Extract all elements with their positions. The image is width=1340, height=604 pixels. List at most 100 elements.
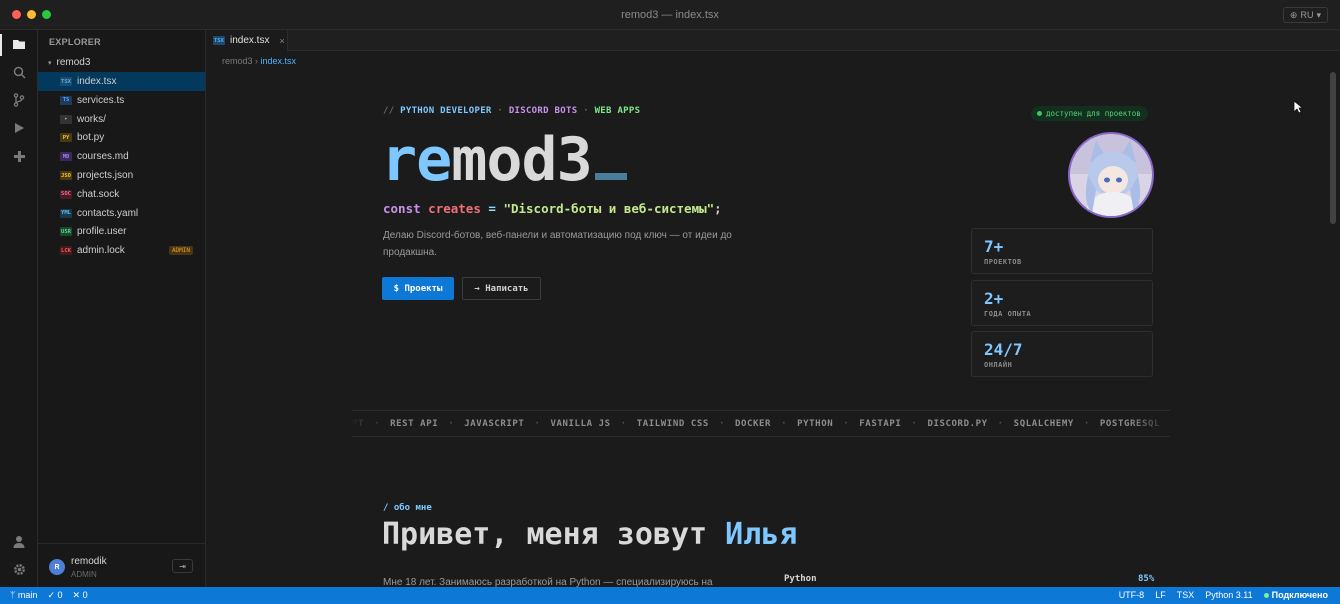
tsx-file-icon: TSX	[213, 36, 225, 45]
file-item[interactable]: LCK admin.lock ADMIN	[38, 241, 205, 260]
tech-item: JAVASCRIPT	[464, 419, 525, 429]
search-icon[interactable]	[9, 62, 29, 82]
breadcrumb-root[interactable]: remod3	[222, 56, 253, 66]
branch-indicator[interactable]: ᛘ main	[10, 590, 37, 601]
breadcrumb-current[interactable]: index.tsx	[261, 56, 297, 66]
stat-value: 7+	[984, 237, 1004, 256]
logout-icon: ⇥	[179, 561, 186, 571]
status-item[interactable]: UTF-8	[1119, 590, 1145, 600]
check-icon: ✓	[47, 590, 55, 600]
user-role: ADMIN	[71, 570, 97, 579]
mouse-pointer-icon	[1293, 100, 1304, 117]
file-item[interactable]: JSO projects.json	[38, 166, 205, 185]
skill-percent: 85%	[1138, 574, 1155, 584]
file-name: profile.user	[77, 226, 127, 238]
hero-title: remod3	[381, 128, 627, 192]
errors-indicator[interactable]: ✕ 0	[73, 590, 88, 601]
file-name: projects.json	[77, 170, 134, 181]
breadcrumb-separator: ›	[252, 56, 261, 66]
file-item[interactable]: TSX index.tsx	[38, 72, 205, 91]
language-switcher[interactable]: ⊕ RU ▾	[1282, 7, 1328, 23]
file-type-icon: MD	[60, 152, 72, 162]
file-type-icon: JSO	[60, 171, 72, 180]
file-name: courses.md	[77, 151, 129, 163]
account-icon[interactable]	[9, 531, 29, 551]
tab-index-tsx[interactable]: TSX index.tsx ×	[206, 30, 288, 51]
file-item[interactable]: SOC chat.sock	[38, 185, 205, 204]
activity-bar	[0, 30, 38, 587]
window-title: remod3 — index.tsx	[621, 9, 719, 21]
stat-card: 2+ ГОДА ОПЫТА	[971, 279, 1153, 326]
extensions-icon[interactable]	[9, 146, 29, 166]
marquee-fade-right	[1130, 411, 1170, 436]
stat-label: ГОДА ОПЫТА	[984, 309, 1032, 318]
hero-tagline: // PYTHON DEVELOPER · DISCORD BOTS · WEB…	[383, 106, 640, 116]
file-type-icon: ▸	[60, 114, 72, 124]
marquee-separator: ·	[1083, 419, 1090, 429]
availability-text: доступен для проектов	[1046, 109, 1141, 118]
stat-label: ПРОЕКТОВ	[984, 258, 1022, 266]
tech-marquee-track: PT·REST API·JAVASCRIPT·VANILLA JS·TAILWI…	[352, 419, 1160, 429]
checks-count: 0	[57, 590, 63, 600]
file-type-icon: SOC	[60, 189, 72, 199]
status-dot-icon	[1037, 111, 1042, 116]
settings-icon[interactable]	[9, 559, 29, 579]
folder-remod3[interactable]: ▾ remod3	[48, 57, 90, 68]
projects-button[interactable]: $ Проекты	[382, 277, 454, 300]
run-icon[interactable]	[9, 118, 29, 138]
tech-item: VANILLA JS	[550, 419, 611, 429]
logout-button[interactable]: ⇥	[172, 559, 193, 573]
connection-status: Подключено	[1263, 590, 1328, 600]
code-identifier: creates	[428, 201, 481, 216]
tagline-part: DISCORD BOTS	[508, 106, 578, 116]
tech-item: FASTAPI	[859, 419, 902, 429]
tagline-part: ·	[577, 106, 595, 116]
user-panel: R remodik ADMIN ⇥	[38, 543, 205, 587]
profile-avatar	[1068, 132, 1154, 218]
explorer-title: EXPLORER	[49, 37, 101, 47]
file-type-icon: USR	[60, 227, 72, 237]
file-item[interactable]: USR profile.user	[38, 222, 205, 241]
checks-indicator[interactable]: ✓ 0	[47, 590, 62, 601]
branch-name: main	[17, 590, 38, 600]
file-item[interactable]: TS services.ts	[38, 91, 205, 110]
cursor-block	[594, 173, 627, 180]
marquee-fade-left	[352, 411, 392, 436]
active-indicator	[0, 34, 2, 56]
status-item[interactable]: LF	[1155, 590, 1166, 600]
explorer-sidebar: EXPLORER ▾ remod3 TSX index.tsx TS services…	[38, 30, 206, 587]
about-title: Привет, меня зовут Илья	[382, 517, 797, 552]
editor-tabs: TSX index.tsx ×	[206, 30, 1340, 51]
stat-value: 24/7	[984, 340, 1023, 359]
code-end: ;	[714, 201, 722, 216]
chevron-down-icon: ▾	[48, 59, 52, 67]
tech-item: REST API	[390, 419, 439, 429]
folder-label: remod3	[56, 57, 91, 68]
marquee-separator: ·	[534, 419, 541, 429]
availability-badge: доступен для проектов	[1031, 106, 1148, 121]
file-name: index.tsx	[77, 76, 117, 87]
about-title-text: Привет, меня зовут	[382, 517, 726, 552]
file-name: bot.py	[77, 132, 105, 144]
file-item[interactable]: MD courses.md	[38, 147, 205, 166]
status-dot-icon	[1263, 592, 1269, 598]
files-icon[interactable]	[9, 34, 29, 54]
file-name: contacts.yaml	[77, 207, 139, 219]
file-name: chat.sock	[77, 188, 120, 200]
status-item[interactable]: Python 3.11	[1205, 590, 1252, 600]
source-control-icon[interactable]	[9, 90, 29, 110]
status-item[interactable]: TSX	[1177, 590, 1195, 600]
stat-label: ОНЛАЙН	[984, 361, 1013, 369]
file-item[interactable]: ▸ works/	[38, 110, 205, 129]
code-keyword: const	[383, 201, 421, 216]
close-icon[interactable]: ×	[279, 36, 284, 46]
marquee-separator: ·	[997, 419, 1004, 429]
contact-button[interactable]: → Написать	[462, 277, 541, 300]
file-item[interactable]: YML contacts.yaml	[38, 204, 205, 223]
stat-value: 2+	[984, 288, 1004, 308]
scrollbar[interactable]	[1330, 72, 1336, 224]
status-bar: ᛘ main ✓ 0 ✕ 0 UTF-8 LF TSX Python 3.11 Подк…	[0, 587, 1340, 604]
hero-description: Делаю Discord-ботов, веб-панели и автома…	[383, 230, 732, 258]
file-item[interactable]: PY bot.py	[38, 128, 205, 147]
file-type-icon: PY	[60, 133, 72, 143]
